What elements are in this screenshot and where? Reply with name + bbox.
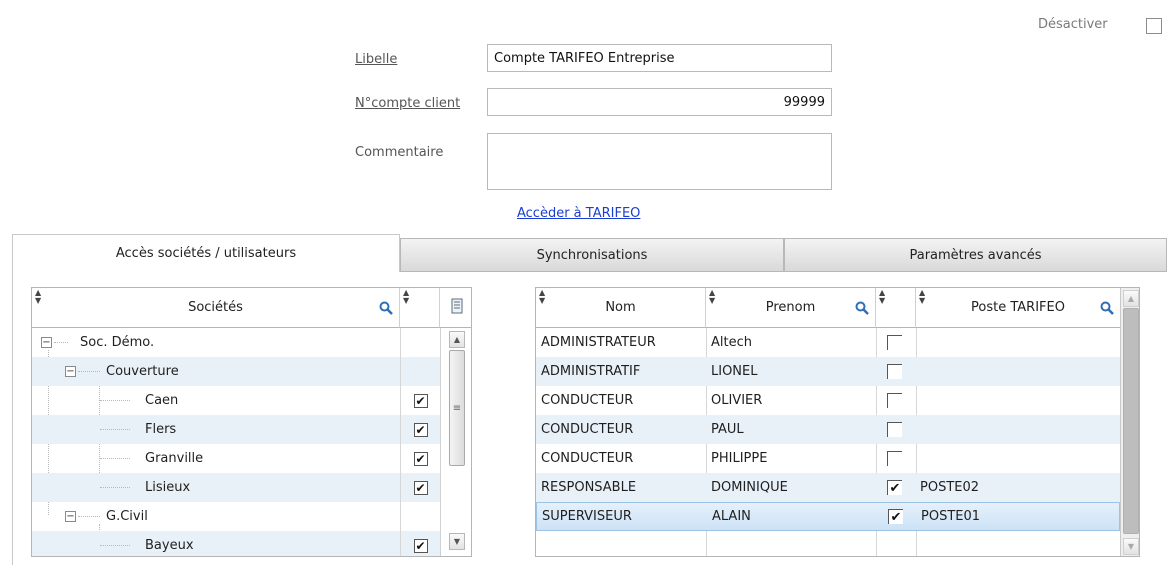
societe-label: Lisieux [145,480,191,495]
scroll-up-button[interactable]: ▲ [1123,290,1139,307]
societes-scrollbar[interactable]: ▲ ≡ ▼ [440,328,471,556]
table-row[interactable]: SUPERVISEUR ALAIN ✔ POSTE01 [536,502,1120,531]
scroll-down-button[interactable]: ▼ [1123,538,1139,555]
tree-row[interactable]: Bayeux ✔ [32,531,440,556]
societe-checkbox[interactable]: ✔ [413,538,428,553]
sort-arrows-icon[interactable]: ▲ ▼ [919,289,925,305]
nom-header-label: Nom [605,300,636,315]
societe-label: Couverture [106,364,179,379]
societe-label: Granville [145,451,204,466]
compte-client-value: 99999 [783,94,825,110]
prenom-cell: ALAIN [712,509,751,524]
user-checkbox[interactable]: ✔ [888,509,903,525]
commentaire-label: Commentaire [355,145,444,160]
scroll-up-button[interactable]: ▲ [449,331,465,348]
societe-checkbox[interactable]: ✔ [413,422,428,437]
tab-synchronisations[interactable]: Synchronisations [400,238,784,272]
nom-column-header[interactable]: ▲ ▼ Nom [536,288,706,328]
societes-column-header[interactable]: ▲ ▼ Sociétés [32,288,400,328]
nom-cell: CONDUCTEUR [541,451,634,466]
poste-header-label: Poste TARIFEO [971,300,1065,315]
prenom-cell: DOMINIQUE [711,480,788,495]
tree-row[interactable]: Flers ✔ [32,415,440,444]
tree-row[interactable]: − G.Civil [32,502,440,531]
checked-column-header[interactable]: ▲ ▼ [876,288,916,328]
user-checkbox[interactable] [887,364,902,379]
column-menu-icon[interactable] [451,298,463,318]
sort-arrows-icon[interactable]: ▲ ▼ [539,289,545,305]
table-row[interactable]: RESPONSABLE DOMINIQUE ✔ POSTE02 [536,473,1120,502]
prenom-column-header[interactable]: ▲ ▼ Prenom [706,288,876,328]
tree-row[interactable]: − Soc. Démo. [32,328,440,357]
societe-label: Soc. Démo. [80,335,155,350]
prenom-cell: LIONEL [711,364,758,379]
deactivate-label: Désactiver [1038,17,1108,32]
societe-label: Caen [145,393,179,408]
sort-arrows-icon[interactable]: ▲ ▼ [35,289,41,305]
societe-label: G.Civil [106,509,148,524]
societes-grid: ▲ ▼ Sociétés ▲ ▼ − Soc. Démo. − Couverture Cae… [31,287,472,557]
table-row[interactable]: CONDUCTEUR PAUL [536,415,1120,444]
user-checkbox[interactable] [887,451,902,466]
libelle-input[interactable]: Compte TARIFEO Entreprise [487,44,832,72]
compte-client-input[interactable]: 99999 [487,88,832,116]
nom-cell: CONDUCTEUR [541,422,634,437]
table-row[interactable]: ADMINISTRATIF LIONEL [536,357,1120,386]
scroll-thumb[interactable]: ≡ [449,350,465,466]
libelle-label[interactable]: Libelle [355,52,397,67]
sort-arrows-icon[interactable]: ▲ ▼ [879,289,885,305]
societe-label: Flers [145,422,177,437]
prenom-header-label: Prenom [765,300,816,315]
societe-label: Bayeux [145,538,194,553]
sort-arrows-icon[interactable]: ▲ ▼ [403,289,409,305]
tree-row[interactable]: Caen ✔ [32,386,440,415]
tree-row[interactable]: Lisieux ✔ [32,473,440,502]
collapse-toggle-icon[interactable]: − [65,511,76,522]
collapse-toggle-icon[interactable]: − [41,337,52,348]
compte-client-label[interactable]: N°compte client [355,96,460,111]
tab-parametres-avances[interactable]: Paramètres avancés [784,238,1167,272]
tree-row[interactable]: − Couverture [32,357,440,386]
user-checkbox[interactable] [887,335,902,350]
table-row[interactable]: CONDUCTEUR PHILIPPE [536,444,1120,473]
access-tarifeo-link[interactable]: Accèder à TARIFEO [517,206,640,221]
poste-cell: POSTE01 [921,509,981,524]
nom-cell: RESPONSABLE [541,480,637,495]
scroll-down-button[interactable]: ▼ [449,533,465,550]
user-checkbox[interactable]: ✔ [887,480,902,496]
user-checkbox[interactable] [887,393,902,408]
collapse-toggle-icon[interactable]: − [65,366,76,377]
users-grid: ▲ ▼ Nom ▲ ▼ Prenom ▲ ▼ ▲ ▼ Poste TARIFEO ADM… [535,287,1140,557]
societe-checkbox[interactable]: ✔ [413,480,428,495]
commentaire-textarea[interactable] [487,133,832,190]
prenom-cell: PAUL [711,422,744,437]
search-icon[interactable] [1100,301,1114,319]
societe-checkbox[interactable]: ✔ [413,393,428,408]
tree-row[interactable]: Granville ✔ [32,444,440,473]
societes-header-label: Sociétés [188,300,243,315]
poste-cell: POSTE02 [920,480,980,495]
table-row[interactable]: CONDUCTEUR OLIVIER [536,386,1120,415]
societe-checkbox[interactable]: ✔ [413,451,428,466]
table-row[interactable]: ADMINISTRATEUR Altech [536,328,1120,357]
users-scrollbar[interactable]: ▲ ▼ [1120,288,1139,556]
scroll-thumb[interactable] [1123,308,1139,534]
user-checkbox[interactable] [887,422,902,437]
prenom-cell: OLIVIER [711,393,763,408]
poste-column-header[interactable]: ▲ ▼ Poste TARIFEO [916,288,1120,328]
nom-cell: ADMINISTRATEUR [541,335,656,350]
nom-cell: SUPERVISEUR [542,509,632,524]
nom-cell: CONDUCTEUR [541,393,634,408]
search-icon[interactable] [855,301,869,319]
prenom-cell: PHILIPPE [711,451,768,466]
deactivate-checkbox[interactable] [1146,18,1162,34]
sort-arrows-icon[interactable]: ▲ ▼ [709,289,715,305]
nom-cell: ADMINISTRATIF [541,364,641,379]
tab-acces-societes[interactable]: Accès sociétés / utilisateurs [12,234,400,272]
checked-column-header[interactable]: ▲ ▼ [400,288,440,328]
search-icon[interactable] [379,301,393,319]
column-menu-header[interactable] [440,288,471,328]
libelle-value: Compte TARIFEO Entreprise [494,50,675,66]
prenom-cell: Altech [711,335,752,350]
